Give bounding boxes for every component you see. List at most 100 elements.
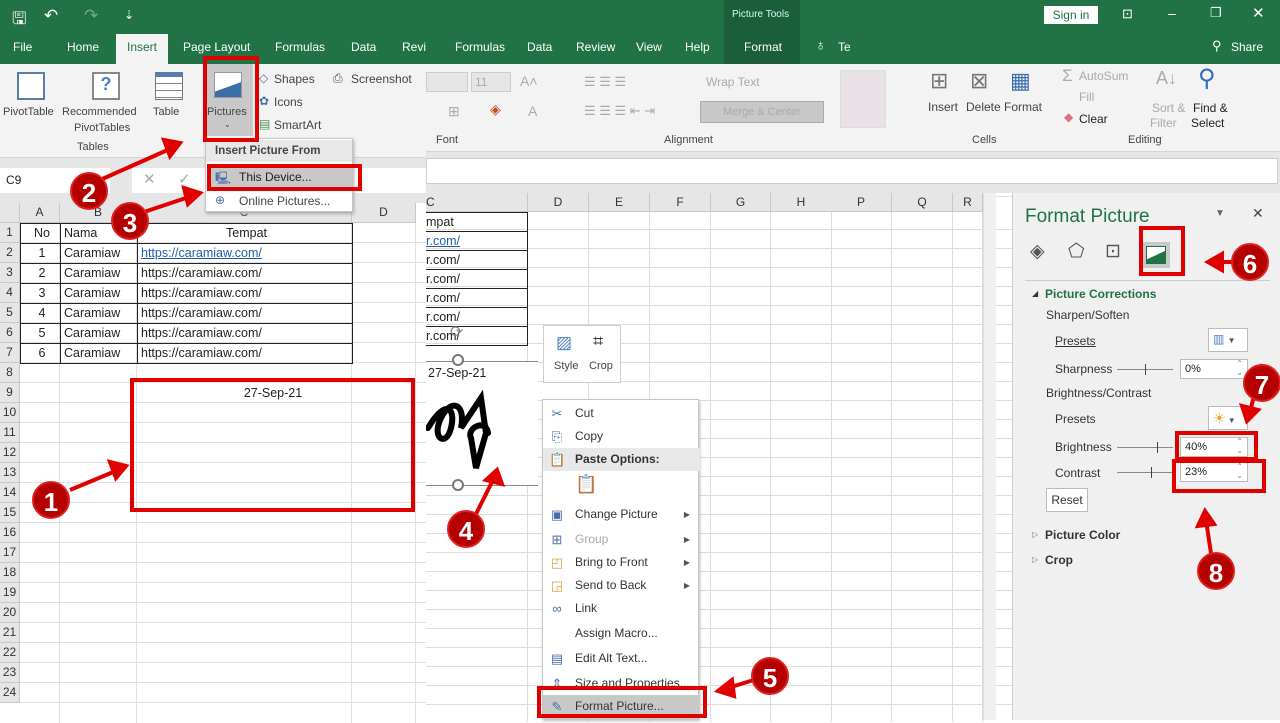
row-header[interactable]: 14 bbox=[0, 483, 20, 503]
tab-data-2[interactable]: Data bbox=[527, 40, 552, 54]
picture-color-header[interactable]: Picture Color bbox=[1045, 528, 1120, 542]
row-header[interactable]: 7 bbox=[0, 343, 20, 363]
recommended-pivottables-button[interactable]: Recommended bbox=[62, 106, 137, 118]
select-all-corner[interactable] bbox=[0, 203, 20, 223]
save-icon[interactable]: 🖫 bbox=[12, 6, 26, 35]
borders-icon[interactable]: ⊞ bbox=[448, 103, 460, 120]
sharpness-input[interactable]: 0% bbox=[1180, 359, 1248, 379]
table-button[interactable]: Table bbox=[153, 106, 179, 118]
row-header[interactable]: 23 bbox=[0, 663, 20, 683]
font-size-select[interactable]: 11 bbox=[471, 72, 511, 92]
picture-corrections-header[interactable]: Picture Corrections bbox=[1045, 287, 1156, 301]
column-header[interactable]: D bbox=[352, 203, 416, 223]
tab-data[interactable]: Data bbox=[351, 40, 376, 54]
close-icon[interactable]: ✕ bbox=[1252, 4, 1265, 22]
crop-button[interactable]: Crop bbox=[589, 360, 613, 372]
column-header[interactable]: A bbox=[20, 203, 60, 223]
smartart-button[interactable]: SmartArt bbox=[274, 118, 321, 132]
column-header[interactable]: R bbox=[953, 193, 983, 212]
table-cell[interactable]: https://caramiaw.com/ bbox=[137, 343, 353, 364]
table-cell[interactable]: https://caramiaw.com/ bbox=[137, 303, 353, 324]
sharpness-slider[interactable] bbox=[1117, 364, 1173, 375]
wrap-text-button[interactable]: Wrap Text bbox=[706, 75, 760, 89]
context-menu-item-edit-alt-text[interactable]: ▤ Edit Alt Text... bbox=[543, 647, 700, 670]
context-menu-item-cut[interactable]: ✂ Cut bbox=[543, 402, 700, 425]
tab-formulas[interactable]: Formulas bbox=[275, 40, 325, 54]
sort-filter-button[interactable]: Sort & bbox=[1152, 101, 1185, 115]
tab-help[interactable]: Help bbox=[685, 40, 710, 54]
table-cell[interactable]: https://caramiaw.com/ bbox=[137, 263, 353, 284]
tab-page-layout[interactable]: Page Layout bbox=[183, 40, 250, 54]
autosum-button[interactable]: AutoSum bbox=[1079, 69, 1128, 83]
tell-me-input[interactable]: Te bbox=[838, 40, 851, 54]
row-header[interactable]: 9 bbox=[0, 383, 20, 403]
brightness-slider[interactable] bbox=[1117, 442, 1173, 453]
tab-insert[interactable]: Insert bbox=[127, 40, 157, 54]
styles-gallery[interactable] bbox=[840, 70, 886, 128]
sharpen-presets-dropdown[interactable]: ▥ ▼ bbox=[1208, 328, 1248, 352]
enter-icon[interactable]: ✓ bbox=[178, 170, 191, 188]
formula-bar-right[interactable] bbox=[426, 158, 1278, 184]
vertical-scrollbar[interactable] bbox=[983, 193, 996, 720]
context-menu-item-send-to-back[interactable]: ◲ Send to Back ▶ bbox=[543, 574, 700, 597]
context-menu-item-copy[interactable]: ⎘ Copy bbox=[543, 425, 700, 448]
cancel-icon[interactable]: ✕ bbox=[143, 170, 156, 188]
row-header[interactable]: 18 bbox=[0, 563, 20, 583]
screenshot-button[interactable]: Screenshot bbox=[351, 72, 412, 86]
row-header[interactable]: 1 bbox=[0, 223, 20, 243]
fill-line-icon[interactable]: ◈ bbox=[1030, 240, 1045, 263]
fill-button[interactable]: Fill bbox=[1079, 90, 1094, 104]
context-menu-item-paste-options[interactable]: 📋 Paste Options: bbox=[543, 448, 700, 471]
tab-formulas-2[interactable]: Formulas bbox=[455, 40, 505, 54]
tab-review-2[interactable]: Review bbox=[576, 40, 615, 54]
collapse-icon[interactable]: ◢ bbox=[1032, 289, 1038, 298]
column-header[interactable]: D bbox=[528, 193, 589, 212]
row-header[interactable]: 6 bbox=[0, 323, 20, 343]
contrast-slider[interactable] bbox=[1117, 467, 1173, 478]
table-cell[interactable]: https://caramiaw.com/ bbox=[137, 283, 353, 304]
row-header[interactable]: 2 bbox=[0, 243, 20, 263]
font-color-icon[interactable]: A bbox=[528, 103, 537, 119]
align-top-icons[interactable]: ☰ ☰ ☰ bbox=[584, 74, 626, 90]
format-cells-button[interactable]: Format bbox=[1004, 100, 1042, 114]
restore-icon[interactable]: ❐ bbox=[1210, 5, 1222, 21]
row-header[interactable]: 16 bbox=[0, 523, 20, 543]
icons-button[interactable]: Icons bbox=[274, 95, 303, 109]
effects-icon[interactable]: ⬠ bbox=[1068, 240, 1085, 263]
row-header[interactable]: 3 bbox=[0, 263, 20, 283]
table-cell[interactable]: https://caramiaw.com/ bbox=[137, 323, 353, 344]
column-header[interactable]: E bbox=[589, 193, 650, 212]
row-header[interactable]: 17 bbox=[0, 543, 20, 563]
resize-handle-top[interactable] bbox=[452, 354, 464, 366]
resize-handle-bottom[interactable] bbox=[452, 479, 464, 491]
find-select-button[interactable]: Find & bbox=[1193, 101, 1228, 115]
bc-presets-dropdown[interactable]: ☀ ▼ bbox=[1208, 406, 1248, 430]
row-header[interactable]: 19 bbox=[0, 583, 20, 603]
tab-file[interactable]: File bbox=[13, 40, 32, 54]
row-header[interactable]: 15 bbox=[0, 503, 20, 523]
table-cell[interactable]: https://caramiaw.com/ bbox=[137, 243, 353, 264]
insert-cells-button[interactable]: Insert bbox=[928, 100, 958, 114]
undo-icon[interactable]: ↶ bbox=[44, 6, 58, 26]
expand-icon[interactable]: ▷ bbox=[1032, 530, 1038, 539]
size-properties-icon[interactable]: ⊡ bbox=[1105, 240, 1121, 263]
customize-icon[interactable]: ⇣ bbox=[124, 8, 134, 22]
pane-close-icon[interactable]: ✕ bbox=[1252, 205, 1264, 222]
column-header[interactable]: Q bbox=[892, 193, 953, 212]
minimize-icon[interactable]: – bbox=[1168, 5, 1176, 21]
row-header[interactable]: 21 bbox=[0, 623, 20, 643]
crop-header[interactable]: Crop bbox=[1045, 553, 1073, 567]
rotate-handle-icon[interactable]: ⟳ bbox=[450, 322, 463, 342]
fill-color-icon[interactable]: ◈ bbox=[490, 101, 501, 118]
lightbulb-icon[interactable]: ♁ bbox=[815, 37, 826, 54]
ribbon-display-icon[interactable]: ⊡ bbox=[1122, 6, 1133, 22]
align-left-icons[interactable]: ☰ ☰ ☰ ⇤ ⇥ bbox=[584, 103, 655, 119]
share-icon[interactable]: ⚲ bbox=[1212, 38, 1222, 54]
share-button[interactable]: Share bbox=[1231, 40, 1263, 54]
column-header[interactable]: G bbox=[711, 193, 771, 212]
tab-format[interactable]: Format bbox=[744, 40, 782, 54]
tab-home[interactable]: Home bbox=[67, 40, 99, 54]
pane-options-icon[interactable]: ▼ bbox=[1215, 208, 1225, 219]
tab-view[interactable]: View bbox=[636, 40, 662, 54]
tab-review[interactable]: Revi bbox=[402, 40, 426, 54]
